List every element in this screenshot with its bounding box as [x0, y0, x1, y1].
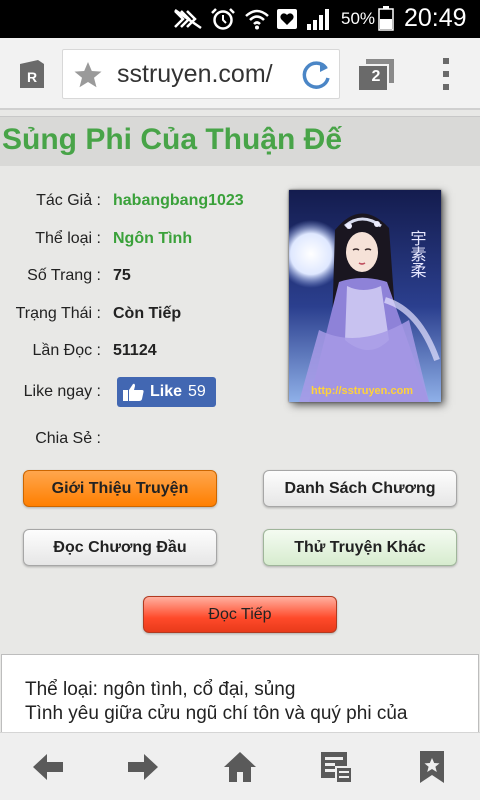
share-label: Chia Sẻ : — [35, 430, 101, 447]
reads-label: Lần Đọc : — [32, 342, 101, 359]
cover-watermark: http://sstruyen.com — [311, 385, 413, 397]
intro-button[interactable]: Giới Thiệu Truyện — [23, 470, 217, 507]
status-bar: 50% 20:49 — [0, 0, 480, 38]
read-first-chapter-button[interactable]: Đọc Chương Đầu — [23, 529, 217, 566]
page-title: Sủng Phi Của Thuận Đế — [2, 123, 343, 156]
pages-value: 75 — [113, 267, 131, 284]
like-label: Like ngay : — [23, 383, 101, 400]
wifi-icon — [245, 9, 269, 30]
description-line: Tình yêu giữa cửu ngũ chí tôn và quý phi… — [25, 703, 408, 724]
signal-icon — [307, 9, 329, 30]
r-reader-icon[interactable]: R — [20, 60, 44, 88]
bookmark-icon[interactable] — [414, 749, 450, 785]
continue-reading-button[interactable]: Đọc Tiếp — [143, 596, 337, 633]
like-count: 59 — [188, 383, 206, 400]
back-arrow-icon[interactable] — [30, 749, 66, 785]
tabs-icon[interactable]: 2 — [356, 58, 396, 92]
try-other-story-button[interactable]: Thử Truyện Khác — [263, 529, 457, 566]
status-label: Trạng Thái : — [15, 305, 101, 322]
genre-value[interactable]: Ngôn Tình — [113, 230, 192, 248]
battery-icon — [378, 6, 394, 31]
url-text[interactable]: sstruyen.com/ — [117, 60, 273, 89]
title-bar: Sủng Phi Của Thuận Đế — [0, 116, 480, 166]
nfc-icon — [174, 8, 202, 30]
battery-percent: 50% — [341, 9, 376, 28]
facebook-like-button[interactable]: Like 59 — [117, 377, 216, 407]
description-box: Thể loại: ngôn tình, cổ đại, sủng Tình y… — [1, 654, 479, 734]
bottom-nav — [0, 732, 480, 800]
book-cover-image[interactable]: 宇素柔 http://sstruyen.com — [289, 190, 441, 402]
cover-calligraphy: 宇素柔 — [408, 230, 427, 278]
like-text: Like — [150, 383, 183, 400]
author-value[interactable]: habangbang1023 — [113, 192, 244, 210]
forward-arrow-icon[interactable] — [125, 749, 161, 785]
star-icon[interactable] — [73, 60, 103, 90]
genre-label: Thể loại : — [35, 230, 101, 247]
reader-mode-icon[interactable] — [318, 749, 354, 785]
svg-text:R: R — [27, 69, 37, 85]
description-line: Thể loại: ngôn tình, cổ đại, sủng — [25, 679, 296, 700]
menu-icon[interactable] — [441, 56, 451, 92]
status-value: Còn Tiếp — [113, 305, 182, 322]
chapter-list-button[interactable]: Danh Sách Chương — [263, 470, 457, 507]
heart-notification-icon — [277, 9, 297, 29]
reads-value: 51124 — [113, 342, 157, 359]
alarm-icon — [211, 8, 235, 30]
url-bar[interactable]: sstruyen.com/ — [62, 49, 340, 99]
author-label: Tác Giả : — [36, 192, 101, 209]
reload-icon[interactable] — [299, 58, 333, 92]
pages-label: Số Trang : — [27, 267, 101, 284]
browser-toolbar: R sstruyen.com/ 2 — [0, 38, 480, 110]
tab-count: 2 — [371, 68, 381, 85]
thumbs-up-icon — [123, 383, 144, 401]
home-icon[interactable] — [222, 749, 258, 785]
clock: 20:49 — [404, 4, 467, 32]
